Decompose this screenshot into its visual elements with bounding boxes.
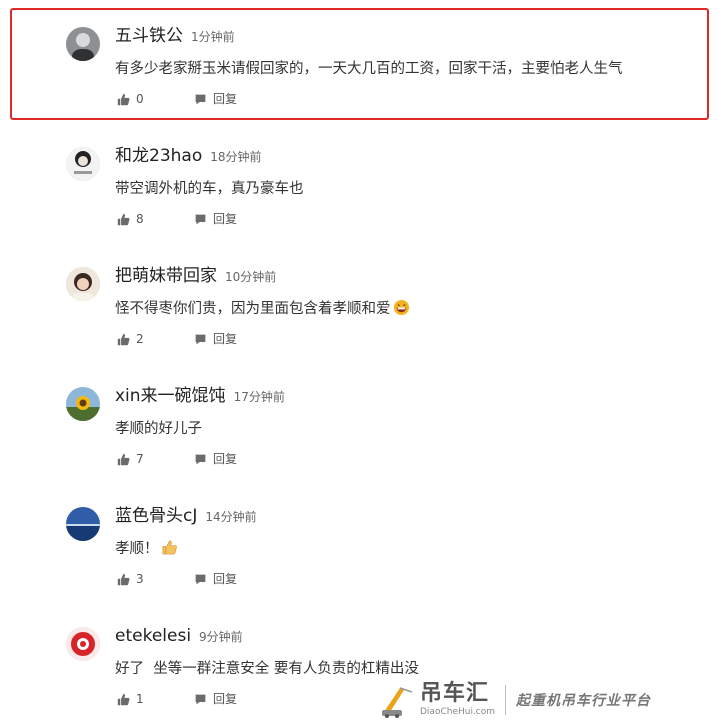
- username[interactable]: 和龙23hao: [115, 146, 202, 166]
- reply-button[interactable]: 回复: [194, 330, 237, 348]
- avatar[interactable]: [66, 627, 100, 661]
- comment-bubble-icon: [195, 694, 206, 704]
- watermark-brand: 吊车汇: [420, 681, 490, 706]
- comment-text: 好了 坐等一群注意安全 要有人负责的杠精出没: [115, 661, 419, 677]
- timestamp: 10分钟前: [225, 270, 277, 284]
- like-count: 3: [136, 572, 144, 586]
- reply-label: 回复: [213, 452, 238, 466]
- thumbs-up-icon: [117, 453, 130, 465]
- like-button[interactable]: 3: [117, 570, 194, 588]
- like-count: 7: [136, 452, 144, 466]
- thumbs-up-icon: [117, 93, 130, 105]
- like-button[interactable]: 0: [117, 90, 194, 108]
- avatar[interactable]: [66, 387, 100, 421]
- crane-logo-icon: [382, 687, 413, 718]
- like-button[interactable]: 2: [117, 330, 194, 348]
- like-button[interactable]: 8: [117, 210, 194, 228]
- comment-bubble-icon: [195, 94, 206, 104]
- avatar[interactable]: [66, 147, 100, 181]
- comment-bubble-icon: [195, 334, 206, 344]
- timestamp: 17分钟前: [233, 390, 285, 404]
- like-count: 8: [136, 212, 144, 226]
- username[interactable]: etekelesi: [115, 626, 191, 646]
- comment-text: 孝顺的好儿子: [115, 421, 202, 437]
- comment-item: 五斗铁公 1分钟前 有多少老家掰玉米请假回家的，一天大几百的工资，回家干活，主要怕…: [0, 0, 719, 120]
- thumbs-up-icon: [117, 333, 130, 345]
- comment-item: 蓝色骨头cJ 14分钟前 孝顺！ 3 回复: [0, 480, 719, 600]
- reply-label: 回复: [213, 332, 238, 346]
- timestamp: 18分钟前: [210, 150, 262, 164]
- comment-text: 带空调外机的车，真乃豪车也: [115, 181, 304, 197]
- reply-label: 回复: [213, 212, 238, 226]
- comment-item: xin来一碗馄饨 17分钟前 孝顺的好儿子 7 回复: [0, 360, 719, 480]
- like-count: 0: [136, 92, 144, 106]
- reply-label: 回复: [213, 572, 238, 586]
- reply-button[interactable]: 回复: [194, 90, 237, 108]
- username[interactable]: 五斗铁公: [115, 26, 183, 46]
- like-count: 2: [136, 332, 144, 346]
- username[interactable]: xin来一碗馄饨: [115, 386, 226, 406]
- like-count: 1: [136, 692, 144, 706]
- reply-label: 回复: [213, 92, 238, 106]
- comment-item: 把萌妹带回家 10分钟前 怪不得枣你们贵，因为里面包含着孝顺和爱 2 回复: [0, 240, 719, 360]
- reply-button[interactable]: 回复: [194, 570, 237, 588]
- watermark-divider: [505, 685, 507, 715]
- timestamp: 1分钟前: [191, 30, 235, 44]
- comment-item: 和龙23hao 18分钟前 带空调外机的车，真乃豪车也 8 回复: [0, 120, 719, 240]
- comment-bubble-icon: [195, 454, 206, 464]
- thumbs-up-emoji-icon: [162, 540, 177, 555]
- comment-text: 怪不得枣你们贵，因为里面包含着孝顺和爱: [115, 301, 391, 317]
- thumbs-up-icon: [117, 213, 130, 225]
- like-button[interactable]: 1: [117, 690, 194, 708]
- avatar[interactable]: [66, 507, 100, 541]
- watermark-tagline: 起重机吊车行业平台: [516, 693, 652, 709]
- timestamp: 14分钟前: [205, 510, 257, 524]
- username[interactable]: 把萌妹带回家: [115, 266, 217, 286]
- reply-button[interactable]: 回复: [194, 210, 237, 228]
- grinning-emoji-icon: [393, 299, 409, 316]
- comment-text: 有多少老家掰玉米请假回家的，一天大几百的工资，回家干活，主要怕老人生气: [115, 61, 623, 77]
- comment-bubble-icon: [195, 214, 206, 224]
- username[interactable]: 蓝色骨头cJ: [115, 506, 197, 526]
- avatar[interactable]: [66, 267, 100, 301]
- thumbs-up-icon: [117, 573, 130, 585]
- like-button[interactable]: 7: [117, 450, 194, 468]
- thumbs-up-icon: [117, 693, 130, 705]
- timestamp: 9分钟前: [199, 630, 243, 644]
- reply-button[interactable]: 回复: [194, 690, 237, 708]
- avatar[interactable]: [66, 27, 100, 61]
- watermark: 吊车汇 DiaoCheHui.com 起重机吊车行业平台: [380, 678, 710, 722]
- comment-text: 孝顺！: [115, 541, 159, 557]
- reply-button[interactable]: 回复: [194, 450, 237, 468]
- watermark-url: DiaoCheHui.com: [420, 707, 496, 717]
- reply-label: 回复: [213, 692, 238, 706]
- comment-bubble-icon: [195, 574, 206, 584]
